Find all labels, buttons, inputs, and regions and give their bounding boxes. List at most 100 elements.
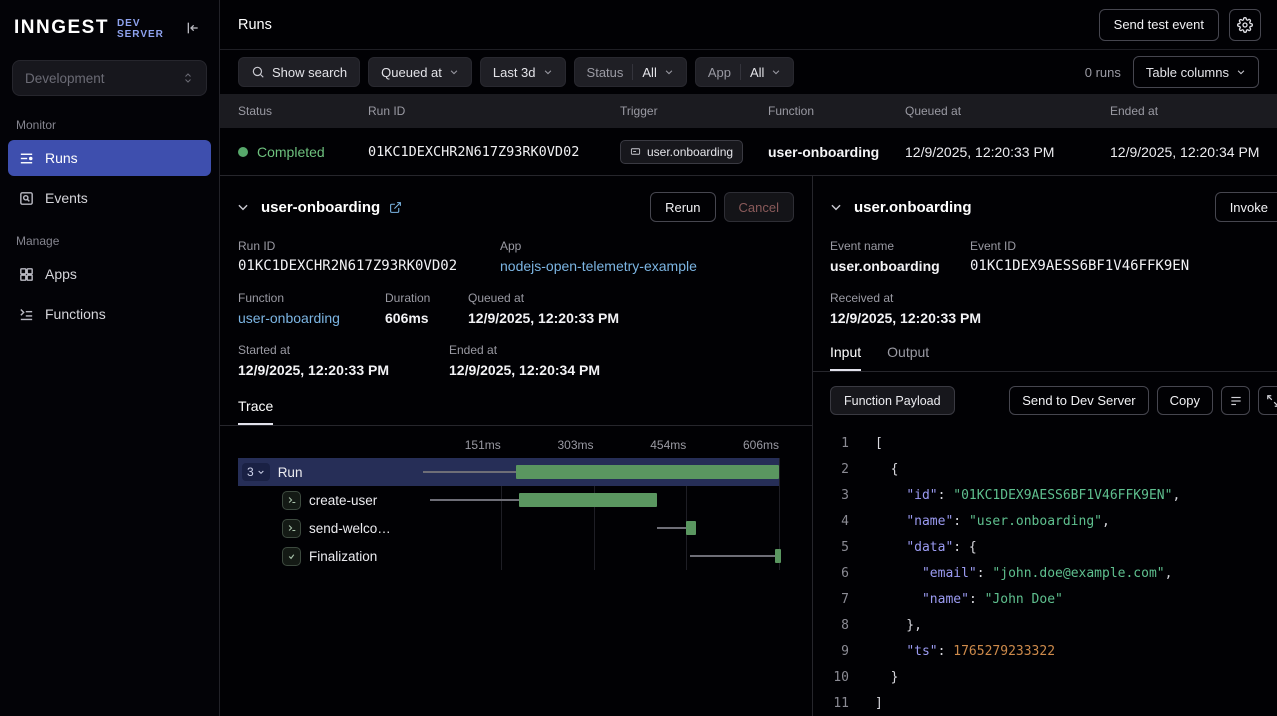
code-line: 3 "id": "01KC1DEX9AESS6BF1V46FFK9EN", xyxy=(813,483,1277,509)
chevron-down-icon xyxy=(771,67,781,77)
trace-bar-create-user xyxy=(519,493,656,507)
event-id-value: 01KC1DEX9AESS6BF1V46FFK9EN xyxy=(970,258,1189,274)
trace-timeline-ticks: 151ms 303ms 454ms 606ms xyxy=(408,438,779,458)
received-at-value: 12/9/2025, 12:20:33 PM xyxy=(830,310,981,326)
tick-label: 303ms xyxy=(557,438,593,452)
line-number: 11 xyxy=(813,691,849,716)
rerun-button[interactable]: Rerun xyxy=(650,192,715,222)
col-header-function: Function xyxy=(768,104,905,118)
send-to-dev-server-button[interactable]: Send to Dev Server xyxy=(1009,386,1148,415)
settings-button[interactable] xyxy=(1229,9,1261,41)
line-number: 2 xyxy=(813,457,849,483)
chevron-down-icon xyxy=(257,468,265,476)
trace-bar-finalization xyxy=(775,549,781,563)
col-header-run-id: Run ID xyxy=(368,104,620,118)
code-line: 6 "email": "john.doe@example.com", xyxy=(813,561,1277,587)
code-line-content: }, xyxy=(849,613,922,639)
inngest-logo: INNGEST xyxy=(14,17,109,39)
events-icon xyxy=(18,190,35,207)
tab-trace[interactable]: Trace xyxy=(238,398,273,425)
environment-value: Development xyxy=(25,71,105,86)
duration-label: Duration xyxy=(385,291,468,305)
function-payload-button[interactable]: Function Payload xyxy=(830,386,955,415)
invoke-button[interactable]: Invoke xyxy=(1215,192,1277,222)
environment-select[interactable]: Development xyxy=(12,60,207,96)
chevron-down-icon xyxy=(664,67,674,77)
apps-icon xyxy=(18,266,35,283)
trace-bar-send-welcome xyxy=(686,521,695,535)
code-line-content: ] xyxy=(849,691,883,716)
expand-icon[interactable] xyxy=(1258,386,1277,415)
sidebar-item-apps[interactable]: Apps xyxy=(8,256,211,292)
event-name-value: user.onboarding xyxy=(830,258,970,274)
external-link-icon[interactable] xyxy=(389,201,402,214)
trace-row-create-user[interactable]: create-user xyxy=(238,486,779,514)
run-detail-panel: user-onboarding Rerun Cancel Run ID 01KC… xyxy=(220,176,813,716)
app-root: INNGEST DEV SERVER Development Monitor R… xyxy=(0,0,1277,716)
step-count-chip[interactable]: 3 xyxy=(242,463,270,481)
select-updown-icon xyxy=(182,72,194,84)
event-id-label: Event ID xyxy=(970,239,1189,253)
queued-at-filter[interactable]: Queued at xyxy=(368,57,472,87)
cancel-button[interactable]: Cancel xyxy=(724,192,794,222)
collapse-run-detail-icon[interactable] xyxy=(234,198,252,216)
sidebar-item-functions[interactable]: Functions xyxy=(8,296,211,332)
trace-wait-create-user xyxy=(430,499,519,501)
run-detail-tabs: Trace xyxy=(220,398,812,426)
collapse-sidebar-icon[interactable] xyxy=(181,16,205,40)
trace-row-finalization[interactable]: Finalization xyxy=(238,542,779,570)
line-number: 7 xyxy=(813,587,849,613)
sidebar-item-runs[interactable]: Runs xyxy=(8,140,211,176)
received-at-label: Received at xyxy=(830,291,981,305)
trace-row-label: create-user xyxy=(309,493,377,508)
table-row[interactable]: Completed 01KC1DEXCHR2N617Z93RK0VD02 use… xyxy=(220,128,1277,175)
chevron-down-icon xyxy=(1236,67,1246,77)
topbar-actions: Send test event xyxy=(1099,9,1261,41)
show-search-button[interactable]: Show search xyxy=(238,57,360,87)
sidebar-item-events[interactable]: Events xyxy=(8,180,211,216)
code-line: 4 "name": "user.onboarding", xyxy=(813,509,1277,535)
payload-code-editor[interactable]: 1[2 {3 "id": "01KC1DEX9AESS6BF1V46FFK9EN… xyxy=(813,431,1277,716)
function-link[interactable]: user-onboarding xyxy=(238,310,340,326)
manage-section-label: Manage xyxy=(16,234,203,248)
tab-input[interactable]: Input xyxy=(830,344,861,371)
code-line: 2 { xyxy=(813,457,1277,483)
event-detail-panel: user.onboarding Invoke Event name user.o… xyxy=(813,176,1277,716)
app-filter[interactable]: App All xyxy=(695,57,795,87)
trace-track xyxy=(408,458,779,486)
status-filter[interactable]: Status All xyxy=(574,57,687,87)
col-header-queued-at: Queued at xyxy=(905,104,1110,118)
tab-output[interactable]: Output xyxy=(887,344,929,371)
event-icon xyxy=(630,146,641,157)
line-number: 8 xyxy=(813,613,849,639)
col-header-ended-at: Ended at xyxy=(1110,104,1277,118)
code-line-content: "id": "01KC1DEX9AESS6BF1V46FFK9EN", xyxy=(849,483,1180,509)
trace-row-label: Finalization xyxy=(309,549,377,564)
copy-button[interactable]: Copy xyxy=(1157,386,1213,415)
word-wrap-icon[interactable] xyxy=(1221,386,1250,415)
sidebar: INNGEST DEV SERVER Development Monitor R… xyxy=(0,0,220,716)
line-number: 3 xyxy=(813,483,849,509)
collapse-event-detail-icon[interactable] xyxy=(827,198,845,216)
trace-row-run[interactable]: 3 Run xyxy=(238,458,779,486)
queued-at-value: 12/9/2025, 12:20:33 PM xyxy=(468,310,619,326)
queued-at-label: Queued at xyxy=(468,291,619,305)
trigger-badge[interactable]: user.onboarding xyxy=(620,140,743,164)
trace-row-send-welcome[interactable]: send-welco… xyxy=(238,514,779,542)
time-range-filter[interactable]: Last 3d xyxy=(480,57,566,87)
event-name-label: Event name xyxy=(830,239,970,253)
detail-split: user-onboarding Rerun Cancel Run ID 01KC… xyxy=(220,175,1277,716)
col-header-status: Status xyxy=(238,104,368,118)
filter-right: 0 runs Table columns xyxy=(1085,56,1259,88)
send-test-event-button[interactable]: Send test event xyxy=(1099,9,1219,41)
code-line: 9 "ts": 1765279233322 xyxy=(813,639,1277,665)
table-columns-button[interactable]: Table columns xyxy=(1133,56,1259,88)
divider xyxy=(740,64,741,80)
code-line-content: "ts": 1765279233322 xyxy=(849,639,1055,665)
started-at-value: 12/9/2025, 12:20:33 PM xyxy=(238,362,449,378)
sidebar-item-label: Runs xyxy=(45,150,78,166)
code-line-content: "name": "user.onboarding", xyxy=(849,509,1110,535)
line-number: 10 xyxy=(813,665,849,691)
run-id-label: Run ID xyxy=(238,239,500,253)
app-link[interactable]: nodejs-open-telemetry-example xyxy=(500,258,697,274)
